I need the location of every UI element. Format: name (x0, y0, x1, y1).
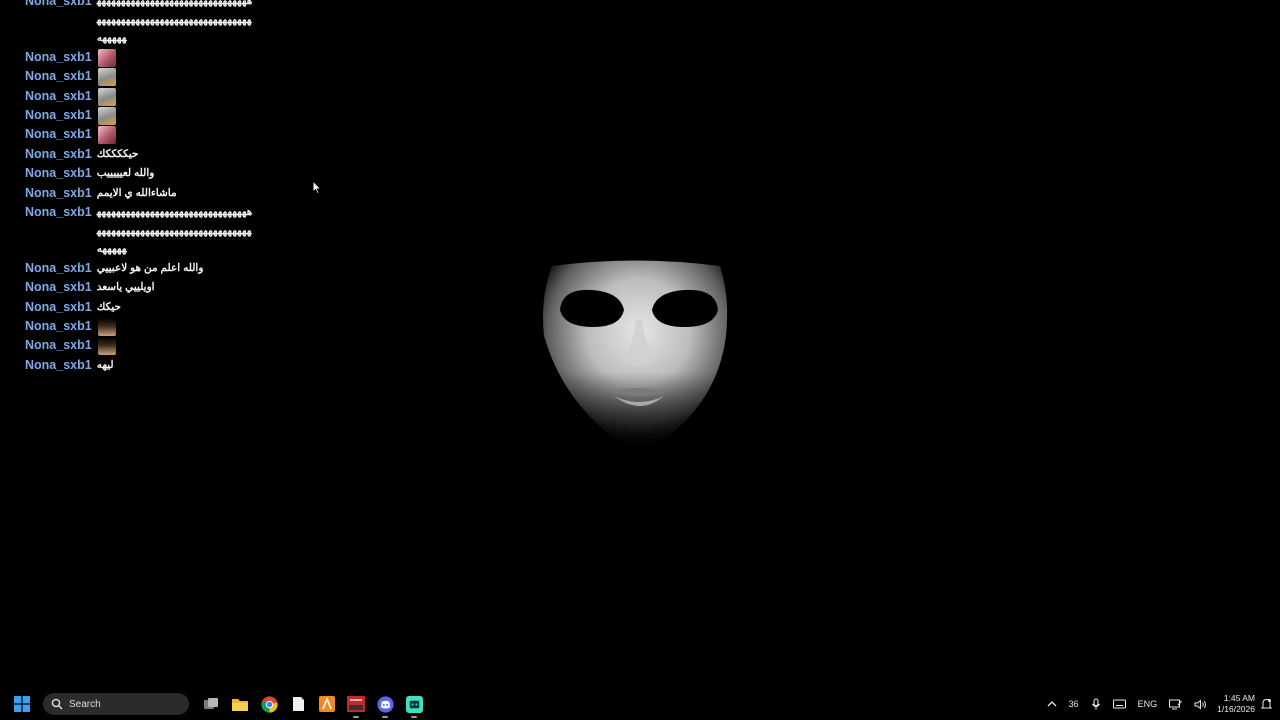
chat-username[interactable]: Nona_sxb1 (25, 67, 92, 86)
chat-username[interactable]: Nona_sxb1 (25, 278, 92, 297)
network-button[interactable] (1169, 699, 1183, 710)
network-icon (1169, 699, 1183, 709)
chat-message-text: حيككككك (96, 147, 139, 160)
running-indicator (353, 716, 359, 718)
chat-message: Nona_sxb1 حيككككك (25, 145, 285, 164)
chat-message-text: هههههههههههههههههههههههههههههههههههههههه… (96, 206, 253, 256)
chat-message-text: حيكك (96, 300, 122, 313)
red-app-icon (347, 696, 365, 712)
chat-message: Nona_sxb1 اويلييي ياسعد (25, 278, 285, 297)
notification-bell-icon (1261, 698, 1272, 709)
volume-button[interactable] (1194, 698, 1207, 710)
microphone-icon (1091, 698, 1100, 710)
chat-username[interactable]: Nona_sxb1 (25, 87, 92, 106)
clock-date: 1/16/2026 (1217, 704, 1255, 714)
chat-message: Nona_sxb1 حيكك (25, 298, 285, 317)
chat-username[interactable]: Nona_sxb1 (25, 317, 92, 336)
green-app-button[interactable] (400, 690, 428, 718)
chat-message-text: اويلييي ياسعد (96, 281, 155, 294)
chat-message: Nona_sxb1 (25, 87, 285, 106)
red-app-button[interactable] (342, 690, 370, 718)
keyboard-icon (1112, 699, 1126, 709)
task-view-button[interactable] (197, 690, 225, 718)
chat-username[interactable]: Nona_sxb1 (25, 48, 92, 67)
chat-message-text: ليهه (96, 358, 114, 371)
gray-face-emote (97, 87, 116, 106)
discord-button[interactable] (371, 690, 399, 718)
chat-message-text: هههههههههههههههههههههههههههههههههههههههه… (96, 0, 253, 45)
chat-username[interactable]: Nona_sxb1 (25, 164, 92, 183)
pink-face-emote (97, 48, 116, 67)
clock-time: 1:45 AM (1223, 693, 1255, 703)
gray-face-emote (97, 68, 116, 87)
chat-username[interactable]: Nona_sxb1 (25, 336, 92, 355)
chat-message: Nona_sxb1 ههههههههههههههههههههههههههههههه… (25, 203, 285, 259)
pink-face-emote (97, 126, 116, 145)
search-placeholder: Search (69, 698, 101, 710)
system-tray: 36 ENG 1:45 AM 1/16/2026 (1041, 688, 1272, 720)
chat-message: Nona_sxb1 والله لعيييييب (25, 164, 285, 183)
chat-message: Nona_sxb1 (25, 106, 285, 125)
task-view-icon (204, 698, 218, 709)
gray-face-emote (97, 107, 116, 125)
chat-username[interactable]: Nona_sxb1 (25, 145, 92, 164)
chat-message: Nona_sxb1 (25, 125, 285, 145)
chat-message: Nona_sxb1 ههههههههههههههههههههههههههههههه… (25, 0, 285, 48)
chat-message-text: والله لعيييييب (96, 167, 155, 180)
chat-username[interactable]: Nona_sxb1 (25, 0, 92, 11)
running-indicator (382, 716, 388, 718)
chat-message: Nona_sxb1 (25, 336, 285, 356)
chrome-icon (260, 695, 278, 713)
chat-username[interactable]: Nona_sxb1 (25, 203, 92, 222)
windows-logo-icon (14, 696, 30, 712)
chat-username[interactable]: Nona_sxb1 (25, 184, 92, 203)
orange-app-icon (319, 696, 335, 712)
white-mask-image (543, 260, 728, 446)
chat-username[interactable]: Nona_sxb1 (25, 125, 92, 144)
chevron-up-icon (1047, 701, 1057, 707)
search-icon (51, 698, 63, 710)
taskbar: Search 36 ENG 1:45 AM 1/16/2026 (0, 688, 1280, 720)
notifications-button[interactable] (1261, 698, 1272, 710)
chat-message-text: والله اعلم من هو لاعبييي (96, 261, 204, 274)
chat-username[interactable]: Nona_sxb1 (25, 356, 92, 375)
discord-icon (376, 695, 394, 713)
file-explorer-button[interactable] (226, 690, 254, 718)
chat-message: Nona_sxb1 (25, 48, 285, 67)
chat-overlay: Nona_sxb1 ههههههههههههههههههههههههههههههه… (25, 0, 285, 375)
temperature-badge[interactable]: 36 (1069, 699, 1079, 709)
orange-app-button[interactable] (313, 690, 341, 718)
mouse-cursor-icon (312, 180, 322, 195)
notepad-button[interactable] (284, 690, 312, 718)
chat-message: Nona_sxb1 (25, 67, 285, 87)
touch-keyboard-button[interactable] (1112, 699, 1126, 709)
castle-emote (97, 318, 116, 337)
notepad-icon (292, 697, 304, 711)
castle-emote (97, 337, 116, 356)
language-indicator[interactable]: ENG (1138, 699, 1158, 709)
file-explorer-icon (232, 698, 248, 711)
chat-message: Nona_sxb1 ليهه (25, 356, 285, 375)
chat-message: Nona_sxb1 ماشاءالله ي الايمم (25, 184, 285, 203)
microphone-button[interactable] (1091, 698, 1101, 710)
green-app-icon (405, 695, 423, 713)
show-hidden-icons-button[interactable] (1047, 700, 1057, 708)
chat-username[interactable]: Nona_sxb1 (25, 106, 92, 125)
taskbar-clock[interactable]: 1:45 AM 1/16/2026 (1217, 693, 1255, 715)
chat-username[interactable]: Nona_sxb1 (25, 259, 92, 278)
chat-message: Nona_sxb1 والله اعلم من هو لاعبييي (25, 259, 285, 278)
running-indicator (411, 716, 417, 718)
taskbar-search-box[interactable]: Search (43, 693, 189, 715)
chat-message-text: ماشاءالله ي الايمم (96, 186, 177, 199)
chat-message: Nona_sxb1 (25, 317, 285, 337)
volume-icon (1194, 698, 1207, 710)
chrome-button[interactable] (255, 690, 283, 718)
start-button[interactable] (8, 690, 36, 718)
chat-username[interactable]: Nona_sxb1 (25, 298, 92, 317)
